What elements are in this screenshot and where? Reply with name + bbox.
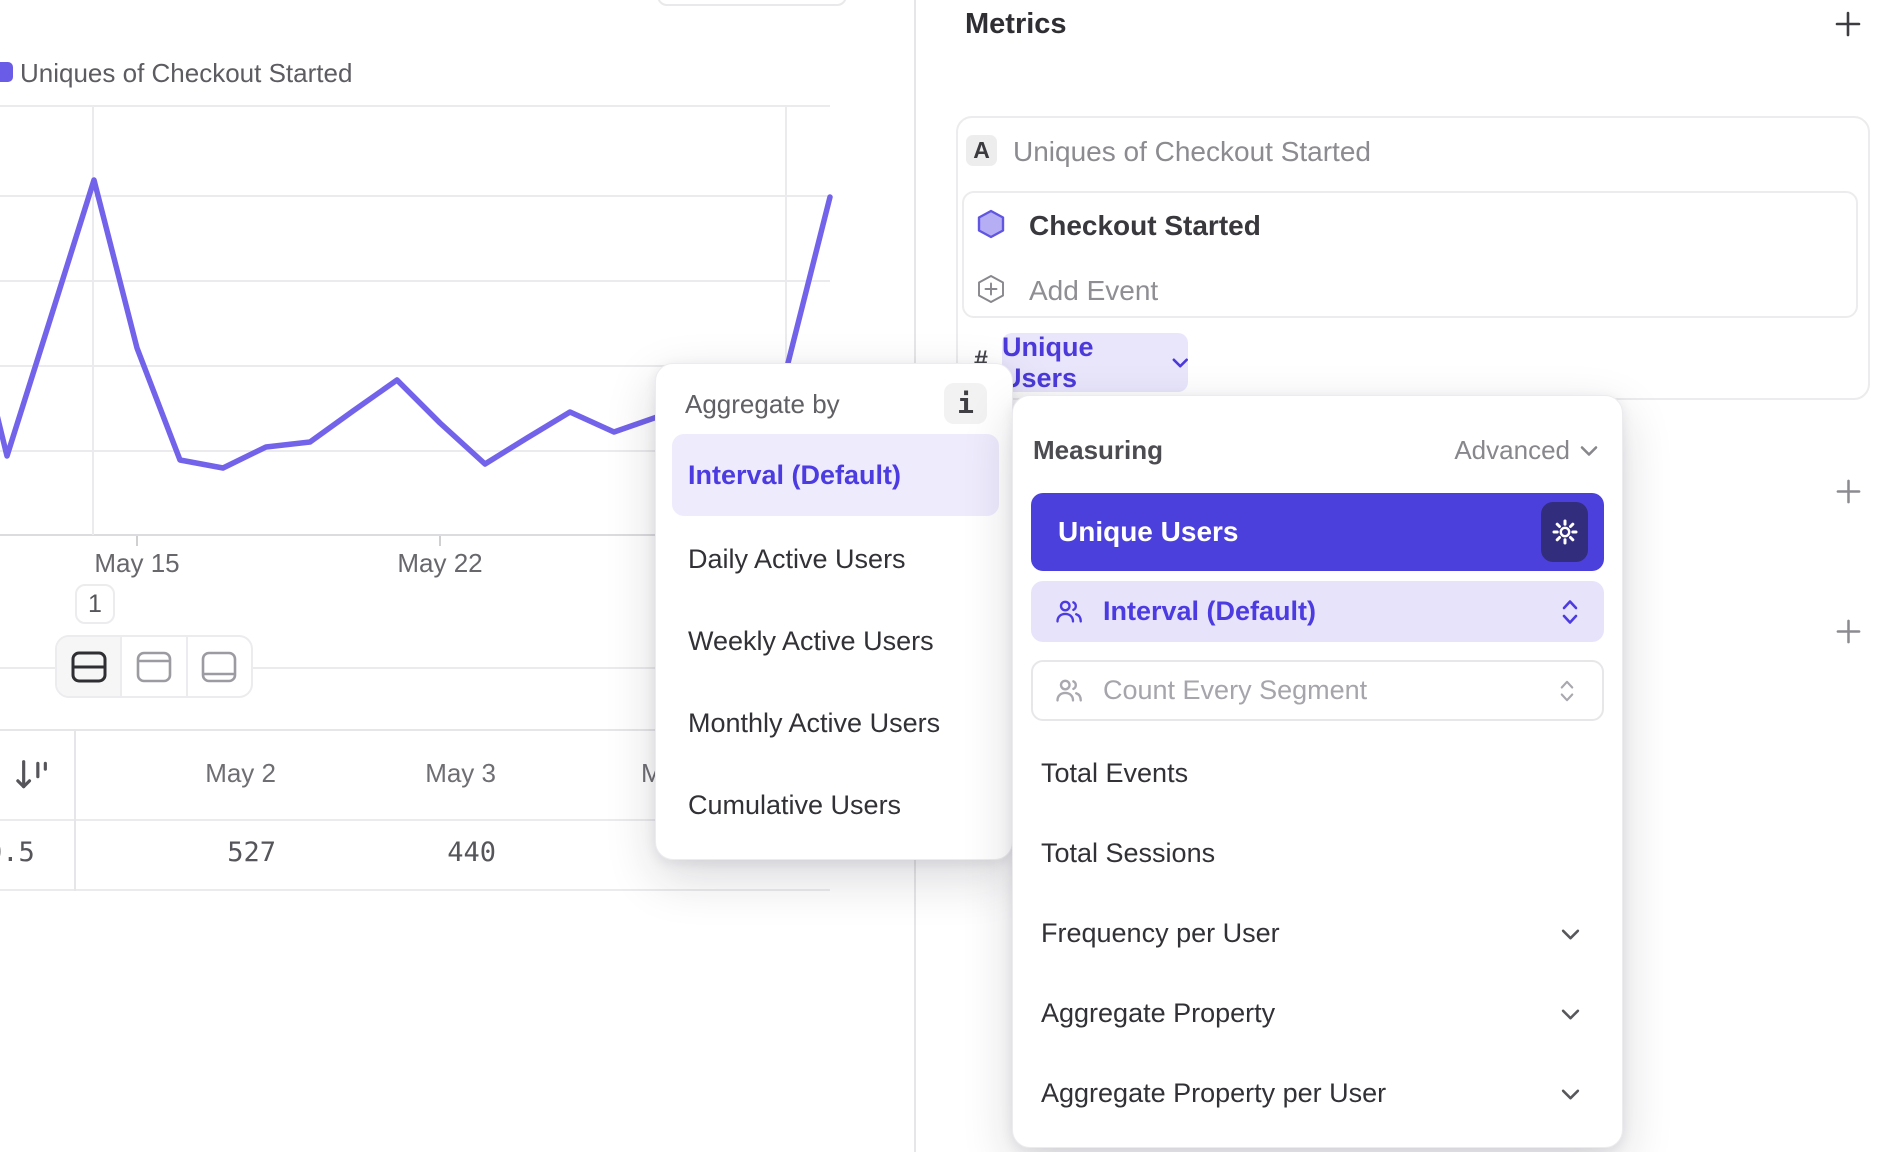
x-tick-label-may15: May 15 bbox=[94, 548, 179, 579]
metrics-title: Metrics bbox=[965, 8, 1067, 41]
option-aggregate-property-per-user[interactable]: Aggregate Property per User bbox=[1041, 1078, 1604, 1109]
aggregate-item-interval[interactable]: Interval (Default) bbox=[672, 434, 999, 516]
chevron-down-icon bbox=[1580, 445, 1598, 457]
chevron-down-icon bbox=[1561, 1008, 1580, 1021]
measure-row-unique-users[interactable]: Unique Users bbox=[1031, 493, 1604, 571]
table-value-may3: 440 bbox=[447, 837, 496, 868]
metric-a-badge: A bbox=[966, 135, 997, 166]
count-every-segment-label: Count Every Segment bbox=[1103, 675, 1367, 706]
gridline-h1 bbox=[0, 195, 830, 197]
layout-split-button[interactable] bbox=[57, 637, 122, 696]
advanced-toggle[interactable]: Advanced bbox=[1454, 435, 1598, 466]
table-header-may2[interactable]: May 2 bbox=[205, 758, 276, 789]
axis-tick-may22 bbox=[439, 536, 441, 546]
chevron-down-icon bbox=[1561, 928, 1580, 941]
pagination-badge[interactable]: 1 bbox=[75, 584, 115, 624]
option-label: Frequency per User bbox=[1041, 918, 1280, 948]
add-filter-button[interactable] bbox=[1834, 477, 1863, 506]
axis-tick-may15 bbox=[136, 536, 138, 546]
aggregate-item-monthly[interactable]: Monthly Active Users bbox=[688, 708, 940, 739]
measuring-title: Measuring bbox=[1033, 435, 1163, 466]
layout-bottom-icon bbox=[200, 650, 238, 684]
interval-default-row[interactable]: Interval (Default) bbox=[1031, 581, 1604, 642]
option-total-events[interactable]: Total Events bbox=[1041, 758, 1188, 789]
layout-bottom-button[interactable] bbox=[188, 637, 251, 696]
x-tick-label-may22: May 22 bbox=[397, 548, 482, 579]
gridline-v1 bbox=[92, 105, 94, 535]
aggregate-by-popover: Aggregate by i Interval (Default) Daily … bbox=[655, 363, 1013, 860]
table-header-may3[interactable]: May 3 bbox=[425, 758, 496, 789]
measure-settings-button[interactable] bbox=[1541, 502, 1588, 562]
advanced-label: Advanced bbox=[1454, 435, 1570, 466]
legend-label: Uniques of Checkout Started bbox=[20, 58, 352, 89]
aggregate-item-daily[interactable]: Daily Active Users bbox=[688, 544, 906, 575]
aggregate-item-weekly[interactable]: Weekly Active Users bbox=[688, 626, 934, 657]
metric-a-badge-letter: A bbox=[973, 137, 990, 164]
interval-default-label: Interval (Default) bbox=[1103, 596, 1316, 627]
info-icon: i bbox=[957, 387, 974, 420]
option-total-sessions[interactable]: Total Sessions bbox=[1041, 838, 1215, 869]
aggregate-by-title: Aggregate by bbox=[685, 389, 840, 420]
table-left-value: 0.5 bbox=[0, 837, 35, 868]
add-metric-button[interactable] bbox=[1833, 9, 1863, 39]
event-hexagon-icon bbox=[976, 209, 1006, 239]
add-breakdown-button[interactable] bbox=[1834, 617, 1863, 646]
table-column-divider bbox=[74, 729, 76, 891]
event-name[interactable]: Checkout Started bbox=[1029, 210, 1261, 242]
chevron-down-icon bbox=[1561, 1088, 1580, 1101]
sort-icon[interactable] bbox=[12, 755, 52, 795]
table-row-bottom-border bbox=[0, 889, 830, 891]
gear-icon bbox=[1551, 518, 1579, 546]
chevron-down-icon bbox=[1172, 357, 1189, 369]
option-label: Aggregate Property bbox=[1041, 998, 1275, 1028]
layout-split-icon bbox=[70, 650, 108, 684]
option-label: Aggregate Property per User bbox=[1041, 1078, 1386, 1108]
aggregate-item-cumulative[interactable]: Cumulative Users bbox=[688, 790, 901, 821]
measure-chip-label: Unique Users bbox=[1002, 332, 1162, 394]
up-down-chevrons-icon bbox=[1560, 678, 1574, 704]
option-frequency-per-user[interactable]: Frequency per User bbox=[1041, 918, 1604, 949]
users-icon bbox=[1053, 676, 1085, 706]
measure-chip[interactable]: Unique Users bbox=[1002, 333, 1188, 392]
plus-icon bbox=[1834, 477, 1863, 506]
measuring-popover: Measuring Advanced Unique Users bbox=[1012, 395, 1623, 1148]
plus-icon bbox=[1834, 617, 1863, 646]
metric-a-title[interactable]: Uniques of Checkout Started bbox=[1013, 136, 1371, 168]
layout-segmented-control bbox=[55, 635, 253, 698]
users-icon bbox=[1053, 597, 1085, 627]
layout-top-button[interactable] bbox=[122, 637, 187, 696]
top-clipped-button[interactable] bbox=[657, 0, 847, 6]
measure-row-label: Unique Users bbox=[1058, 516, 1239, 548]
option-aggregate-property[interactable]: Aggregate Property bbox=[1041, 998, 1604, 1029]
add-event-label[interactable]: Add Event bbox=[1029, 275, 1158, 307]
legend-swatch bbox=[0, 62, 13, 82]
info-button[interactable]: i bbox=[944, 383, 987, 424]
layout-top-icon bbox=[135, 650, 173, 684]
plus-icon bbox=[1833, 9, 1863, 39]
chart-top-border bbox=[0, 105, 830, 107]
pagination-page-number: 1 bbox=[88, 590, 102, 619]
app-root: Uniques of Checkout Started May 15 May 2… bbox=[0, 0, 1898, 1152]
gridline-h2 bbox=[0, 280, 830, 282]
count-every-segment-row[interactable]: Count Every Segment bbox=[1031, 660, 1604, 721]
add-event-icon[interactable] bbox=[976, 274, 1006, 304]
up-down-chevrons-icon bbox=[1562, 598, 1578, 626]
aggregate-item-label: Interval (Default) bbox=[688, 460, 901, 491]
table-value-may2: 527 bbox=[227, 837, 276, 868]
